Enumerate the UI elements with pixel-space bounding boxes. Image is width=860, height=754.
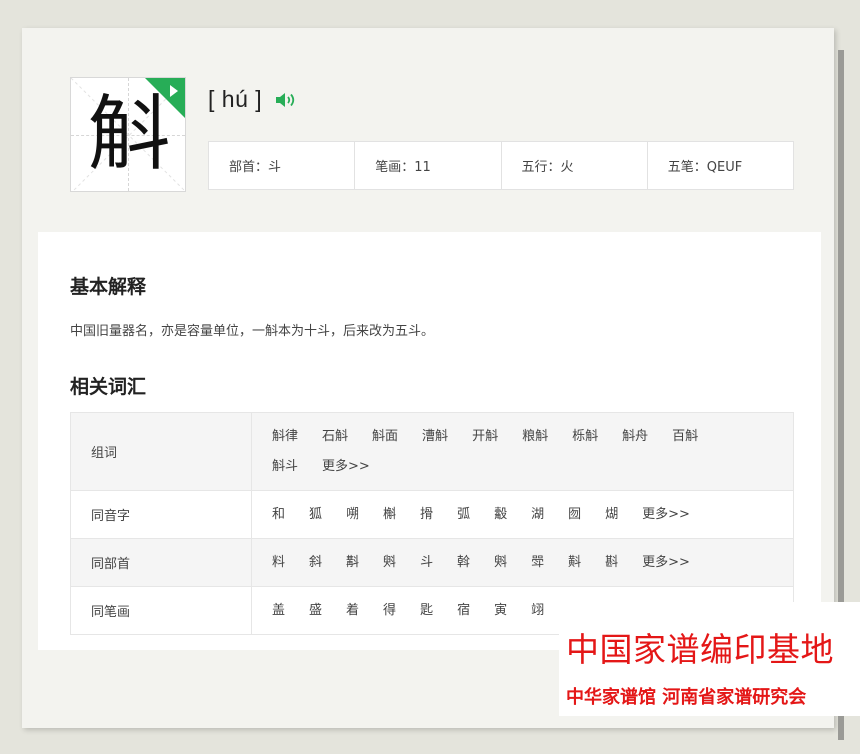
char-link[interactable]: 斢 xyxy=(568,548,581,578)
char-link[interactable]: 搰 xyxy=(420,500,433,530)
char-link[interactable]: 囫 xyxy=(568,500,581,530)
char-link[interactable]: 弧 xyxy=(457,500,470,530)
word-link[interactable]: 斛面 xyxy=(372,422,398,452)
char-link[interactable]: 斜 xyxy=(309,548,322,578)
basic-explanation: 中国旧量器名，亦是容量单位，一斛本为十斗，后来改为五斗。 xyxy=(70,324,435,339)
attr-strokes: 笔画：11 xyxy=(355,142,502,189)
char-link[interactable]: 觳 xyxy=(494,500,507,530)
play-triangle-icon[interactable] xyxy=(145,78,185,118)
row-items: 料斜斠斞斗斡斞斝斢斟更多>> xyxy=(251,538,794,587)
basic-heading: 基本解释 xyxy=(70,276,147,298)
table-row: 同音字 和狐嗍槲搰弧觳湖囫煳更多>> xyxy=(70,490,794,539)
word-link[interactable]: 斛舟 xyxy=(622,422,648,452)
table-row: 同部首 料斜斠斞斗斡斞斝斢斟更多>> xyxy=(70,538,794,587)
char-link[interactable]: 斠 xyxy=(346,548,359,578)
more-link[interactable]: 更多>> xyxy=(642,500,690,530)
char-link[interactable]: 着 xyxy=(346,596,359,626)
char-link[interactable]: 煳 xyxy=(605,500,618,530)
char-link[interactable]: 狐 xyxy=(309,500,322,530)
char-link[interactable]: 和 xyxy=(272,500,285,530)
char-link[interactable]: 盖 xyxy=(272,596,285,626)
speaker-icon[interactable] xyxy=(275,91,297,109)
watermark-subtitle: 中华家谱馆 河南省家谱研究会 xyxy=(566,687,807,708)
row-label-words: 组词 xyxy=(70,412,252,491)
more-link[interactable]: 更多>> xyxy=(322,452,370,482)
word-link[interactable]: 开斛 xyxy=(472,422,498,452)
char-link[interactable]: 斟 xyxy=(605,548,618,578)
watermark-title: 中国家谱编印基地 xyxy=(566,630,834,669)
pinyin-row: [ hú ] xyxy=(208,86,297,113)
related-heading: 相关词汇 xyxy=(70,376,147,398)
char-link[interactable]: 湖 xyxy=(531,500,544,530)
char-link[interactable]: 匙 xyxy=(420,596,433,626)
char-link[interactable]: 嗍 xyxy=(346,500,359,530)
char-link[interactable]: 寅 xyxy=(494,596,507,626)
word-link[interactable]: 漕斛 xyxy=(422,422,448,452)
char-link[interactable]: 槲 xyxy=(383,500,396,530)
row-label-homophones: 同音字 xyxy=(70,490,252,539)
word-link[interactable]: 斛律 xyxy=(272,422,298,452)
row-label-radical: 同部首 xyxy=(70,538,252,587)
word-link[interactable]: 粮斛 xyxy=(522,422,548,452)
attr-element: 五行：火 xyxy=(502,142,648,189)
attribute-table: 部首：斗 笔画：11 五行：火 五笔：QEUF xyxy=(208,141,794,190)
char-link[interactable]: 盛 xyxy=(309,596,322,626)
char-link[interactable]: 得 xyxy=(383,596,396,626)
char-link[interactable]: 斝 xyxy=(531,548,544,578)
word-link[interactable]: 栎斛 xyxy=(572,422,598,452)
word-link[interactable]: 百斛 xyxy=(672,422,698,452)
row-items: 斛律 石斛 斛面 漕斛 开斛 粮斛 栎斛 斛舟 百斛斛斗 更多>> xyxy=(251,412,794,491)
more-link[interactable]: 更多>> xyxy=(642,548,690,578)
table-row: 组词 斛律 石斛 斛面 漕斛 开斛 粮斛 栎斛 斛舟 百斛斛斗 更多>> xyxy=(70,412,794,491)
char-link[interactable]: 斗 xyxy=(420,548,433,578)
word-link[interactable]: 石斛 xyxy=(322,422,348,452)
char-link[interactable]: 斞 xyxy=(383,548,396,578)
word-link[interactable]: 斛斗 xyxy=(272,452,298,482)
char-link[interactable]: 斡 xyxy=(457,548,470,578)
attr-wubi: 五笔：QEUF xyxy=(667,160,743,175)
pinyin: [ hú ] xyxy=(208,86,263,112)
attr-radical: 部首：斗 xyxy=(209,142,356,189)
row-label-strokes: 同笔画 xyxy=(70,586,252,635)
char-link[interactable]: 斞 xyxy=(494,548,507,578)
character-card: 斛 xyxy=(70,77,186,192)
char-link[interactable]: 翊 xyxy=(531,596,544,626)
row-items: 和狐嗍槲搰弧觳湖囫煳更多>> xyxy=(251,490,794,539)
char-link[interactable]: 宿 xyxy=(457,596,470,626)
char-link[interactable]: 料 xyxy=(272,548,285,578)
